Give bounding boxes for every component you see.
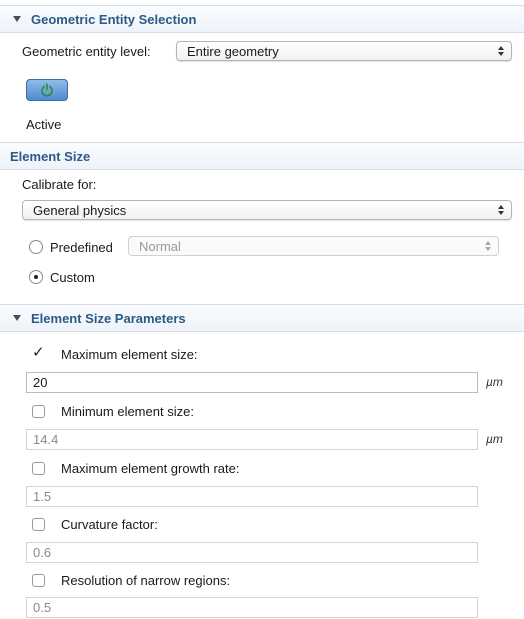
element-size-header[interactable]: Element Size <box>0 142 524 170</box>
selected-value: Entire geometry <box>187 43 279 59</box>
selected-value: General physics <box>33 202 127 218</box>
element-size-parameters-header[interactable]: Element Size Parameters <box>0 304 524 332</box>
minimum-element-size-checkbox[interactable] <box>32 405 45 418</box>
section-title: Geometric Entity Selection <box>31 11 197 27</box>
collapse-arrow-icon[interactable] <box>13 315 21 321</box>
custom-radio[interactable] <box>29 270 43 284</box>
narrow-regions-label: Resolution of narrow regions: <box>61 573 231 588</box>
curvature-factor-input[interactable]: 0.6 <box>26 542 478 563</box>
radio-selected-dot <box>34 275 38 279</box>
curvature-factor-checkbox[interactable] <box>32 518 45 531</box>
geometric-entity-level-select[interactable]: Entire geometry <box>176 41 512 61</box>
minimum-element-size-input[interactable]: 14.4 <box>26 429 478 450</box>
predefined-label: Predefined <box>50 240 113 255</box>
geometric-entity-selection-header[interactable]: Geometric Entity Selection <box>0 5 524 33</box>
maximum-growth-rate-label: Maximum element growth rate: <box>61 461 240 476</box>
collapse-arrow-icon[interactable] <box>13 16 21 22</box>
updown-arrows-icon <box>498 44 504 56</box>
predefined-radio[interactable] <box>29 240 43 254</box>
maximum-element-size-label: Maximum element size: <box>61 347 198 362</box>
custom-label: Custom <box>50 270 95 285</box>
section-title: Element Size Parameters <box>31 310 186 326</box>
updown-arrows-icon <box>498 203 504 215</box>
active-label: Active <box>26 117 62 132</box>
maximum-element-size-checkbox[interactable]: ✓ <box>32 345 45 360</box>
minimum-element-size-unit: µm <box>486 432 503 446</box>
maximum-element-size-unit: µm <box>486 375 503 389</box>
calibrate-for-select[interactable]: General physics <box>22 200 512 220</box>
curvature-factor-label: Curvature factor: <box>61 517 158 532</box>
maximum-growth-rate-checkbox[interactable] <box>32 462 45 475</box>
maximum-growth-rate-input[interactable]: 1.5 <box>26 486 478 507</box>
narrow-regions-checkbox[interactable] <box>32 574 45 587</box>
power-icon <box>41 83 53 97</box>
selected-value: Normal <box>139 238 181 254</box>
minimum-element-size-label: Minimum element size: <box>61 404 194 419</box>
updown-arrows-icon <box>485 239 491 251</box>
geometric-entity-level-label: Geometric entity level: <box>22 44 151 59</box>
section-title: Element Size <box>10 148 91 164</box>
narrow-regions-input[interactable]: 0.5 <box>26 597 478 618</box>
active-toggle-button[interactable] <box>26 79 68 101</box>
calibrate-for-label: Calibrate for: <box>22 177 97 192</box>
predefined-size-select[interactable]: Normal <box>128 236 499 256</box>
maximum-element-size-input[interactable]: 20 <box>26 372 478 393</box>
